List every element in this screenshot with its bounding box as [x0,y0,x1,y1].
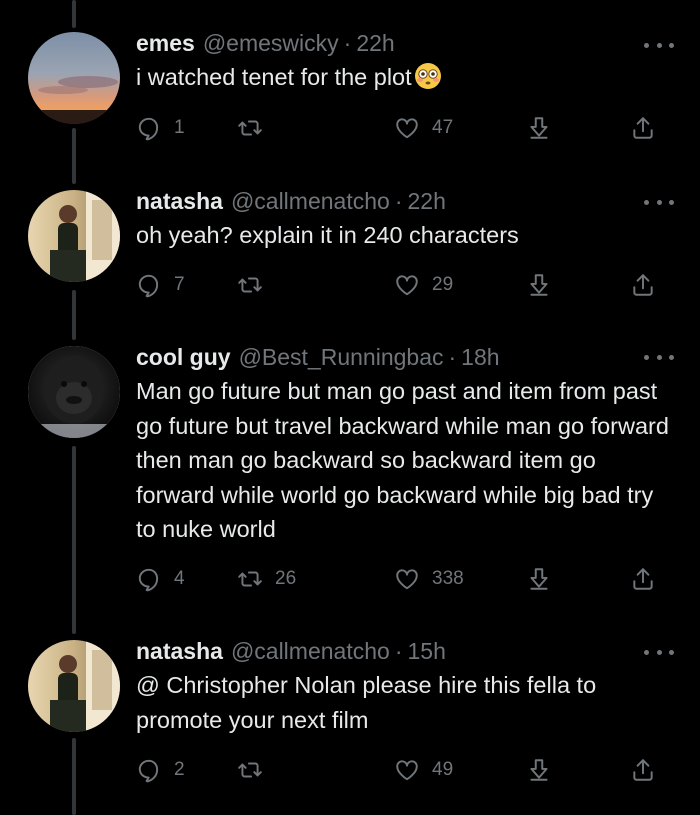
more-icon[interactable] [644,40,674,50]
like-count: 29 [432,274,454,295]
tweet-text-content: i watched tenet for the plot [136,64,412,90]
username[interactable]: @callmenatcho [231,636,390,666]
separator: · [394,638,403,664]
timestamp[interactable]: 22h [356,28,394,58]
timestamp[interactable]: 22h [407,186,445,216]
reply-button[interactable]: 4 [136,564,185,594]
like-button[interactable]: 47 [394,113,453,143]
reply-icon [138,117,159,141]
more-icon[interactable] [644,352,674,362]
reply-count: 7 [174,274,185,295]
download-button[interactable] [526,270,552,300]
retweet-button[interactable] [237,113,275,143]
share-button[interactable] [630,270,656,300]
download-icon [530,568,548,590]
download-icon [530,117,548,139]
tweet-header: natasha @callmenatcho · 15h [136,636,676,666]
separator: · [394,188,403,214]
reply-count: 4 [174,568,185,589]
like-icon [396,569,418,590]
retweet-button[interactable] [237,270,275,300]
like-button[interactable]: 338 [394,564,464,594]
display-name[interactable]: natasha [136,186,223,216]
like-count: 47 [432,117,454,138]
action-bar: 2 49 [136,755,666,785]
like-icon [396,275,418,296]
thread-line [72,446,76,634]
display-name[interactable]: cool guy [136,342,231,372]
download-button[interactable] [526,755,552,785]
avatar[interactable] [28,32,120,124]
username[interactable]: @emeswicky [203,28,339,58]
download-button[interactable] [526,564,552,594]
thread-line [72,0,76,28]
like-count: 338 [432,568,464,589]
download-icon [530,274,548,296]
reply-button[interactable]: 2 [136,755,185,785]
tweet-header: cool guy @Best_Runningbac · 18h [136,342,676,372]
reply-icon [138,568,159,592]
reply-button[interactable]: 1 [136,113,185,143]
download-icon [530,759,548,781]
retweet-button[interactable] [237,755,275,785]
thread-line [72,128,76,184]
retweet-icon [238,762,262,778]
username[interactable]: @Best_Runningbac [239,342,444,372]
like-count: 49 [432,759,454,780]
action-bar: 7 29 [136,270,666,300]
avatar[interactable] [28,346,120,438]
tweet-header: natasha @callmenatcho · 22h [136,186,676,216]
action-bar: 4 26 338 [136,564,666,594]
action-bar: 1 47 [136,113,666,143]
share-icon [633,274,653,296]
share-button[interactable] [630,113,656,143]
reply-count: 2 [174,759,185,780]
avatar[interactable] [28,640,120,732]
separator: · [343,30,352,56]
reply-count: 1 [174,117,185,138]
separator: · [448,344,457,370]
like-icon [396,760,418,781]
like-button[interactable]: 29 [394,270,453,300]
download-button[interactable] [526,113,552,143]
share-button[interactable] [630,564,656,594]
display-name[interactable]: natasha [136,636,223,666]
reply-icon [138,274,159,298]
tweet-text: @ Christopher Nolan please hire this fel… [136,672,597,733]
display-name[interactable]: emes [136,28,195,58]
retweet-button[interactable]: 26 [237,564,296,594]
share-icon [633,117,653,139]
retweet-icon [238,277,262,293]
flushed-face-emoji [414,63,441,89]
thread-line [72,738,76,815]
retweet-count: 26 [275,568,297,589]
retweet-icon [238,120,262,136]
like-icon [396,118,418,139]
more-icon[interactable] [644,197,674,207]
share-icon [633,759,653,781]
tweet-text: Man go future but man go past and item f… [136,378,669,542]
thread-line [72,290,76,340]
tweet-text: oh yeah? explain it in 240 characters [136,222,519,248]
username[interactable]: @callmenatcho [231,186,390,216]
share-button[interactable] [630,755,656,785]
retweet-icon [238,571,262,587]
avatar[interactable] [28,190,120,282]
timestamp[interactable]: 18h [461,342,499,372]
more-icon[interactable] [644,647,674,657]
timestamp[interactable]: 15h [407,636,445,666]
like-button[interactable]: 49 [394,755,453,785]
reply-button[interactable]: 7 [136,270,185,300]
reply-icon [138,759,159,783]
share-icon [633,568,653,590]
tweet-text: i watched tenet for the plot [136,60,676,95]
tweet-header: emes @emeswicky · 22h [136,28,676,58]
